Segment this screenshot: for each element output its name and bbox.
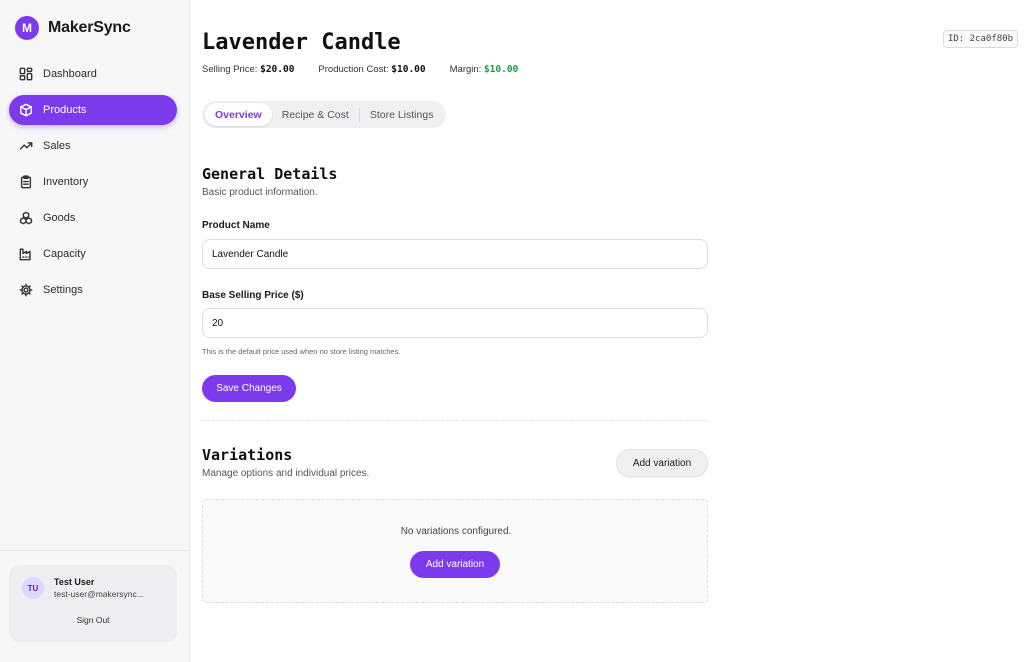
main-content: Lavender Candle ID: 2ca0f80b Selling Pri… — [190, 0, 1024, 662]
sidebar-item-dashboard[interactable]: Dashboard — [9, 59, 177, 89]
sidebar-item-label: Sales — [43, 140, 71, 152]
sidebar-divider — [0, 550, 189, 551]
brand-logo: M — [15, 16, 39, 40]
empty-add-variation-button[interactable]: Add variation — [410, 551, 500, 578]
selling-price-stat: Selling Price: $20.00 — [202, 64, 294, 75]
user-card: TU Test User test-user@makersync... Sign… — [9, 565, 177, 642]
sidebar-item-settings[interactable]: Settings — [9, 275, 177, 305]
production-cost-label: Production Cost: — [318, 64, 389, 75]
product-name-label: Product Name — [202, 220, 270, 231]
sidebar-item-label: Inventory — [43, 176, 89, 188]
trending-up-icon — [18, 138, 34, 154]
tab-overview[interactable]: Overview — [205, 103, 272, 126]
selling-price-label: Selling Price: — [202, 64, 258, 75]
sidebar-item-label: Products — [43, 104, 87, 116]
sidebar-item-label: Dashboard — [43, 68, 97, 80]
variations-title: Variations — [202, 446, 293, 464]
variations-empty-state: No variations configured. Add variation — [202, 499, 708, 603]
sidebar: M MakerSync Dashboard Products Sales Inv… — [0, 0, 190, 662]
sidebar-item-products[interactable]: Products — [9, 95, 177, 125]
add-variation-button[interactable]: Add variation — [616, 449, 708, 477]
brand-name: MakerSync — [48, 19, 131, 36]
sidebar-item-capacity[interactable]: Capacity — [9, 239, 177, 269]
dashboard-grid-icon — [18, 66, 34, 82]
base-price-label: Base Selling Price ($) — [202, 290, 304, 301]
sidebar-item-sales[interactable]: Sales — [9, 131, 177, 161]
sidebar-item-goods[interactable]: Goods — [9, 203, 177, 233]
gear-icon — [18, 282, 34, 298]
brand[interactable]: M MakerSync — [15, 16, 131, 40]
sidebar-nav: Dashboard Products Sales Inventory Goods — [9, 59, 177, 311]
production-cost-stat: Production Cost: $10.00 — [318, 64, 425, 75]
save-changes-button[interactable]: Save Changes — [202, 375, 296, 402]
tab-store-listings[interactable]: Store Listings — [360, 103, 444, 126]
page-title: Lavender Candle — [202, 30, 401, 55]
user-email: test-user@makersync... — [54, 589, 144, 599]
margin-stat: Margin: $10.00 — [450, 64, 519, 75]
user-name: Test User — [54, 577, 95, 587]
tab-bar: Overview Recipe & Cost Store Listings — [202, 101, 447, 128]
base-price-input[interactable] — [202, 308, 708, 338]
margin-value: $10.00 — [483, 64, 519, 75]
selling-price-value: $20.00 — [260, 64, 295, 75]
sidebar-item-label: Goods — [43, 212, 76, 224]
general-details-title: General Details — [202, 165, 338, 183]
avatar: TU — [22, 577, 44, 599]
box-icon — [18, 102, 34, 118]
margin-label: Margin: — [449, 64, 482, 75]
product-name-input[interactable] — [202, 239, 708, 269]
boxes-icon — [18, 210, 34, 226]
empty-state-text: No variations configured. — [400, 526, 512, 537]
general-details-subtitle: Basic product information. — [202, 187, 318, 198]
base-price-hint: This is the default price used when no s… — [202, 347, 401, 356]
variations-subtitle: Manage options and individual prices. — [202, 468, 370, 479]
sidebar-item-label: Capacity — [43, 248, 86, 260]
product-stats: Selling Price: $20.00 Production Cost: $… — [202, 64, 542, 75]
production-cost-value: $10.00 — [391, 64, 426, 75]
section-divider — [202, 420, 708, 421]
id-badge: ID: 2ca0f80b — [942, 30, 1018, 48]
clipboard-icon — [18, 174, 34, 190]
tab-recipe-cost[interactable]: Recipe & Cost — [272, 103, 359, 126]
sign-out-button[interactable]: Sign Out — [9, 615, 177, 625]
factory-icon — [18, 246, 34, 262]
sidebar-item-label: Settings — [43, 284, 83, 296]
sidebar-item-inventory[interactable]: Inventory — [9, 167, 177, 197]
